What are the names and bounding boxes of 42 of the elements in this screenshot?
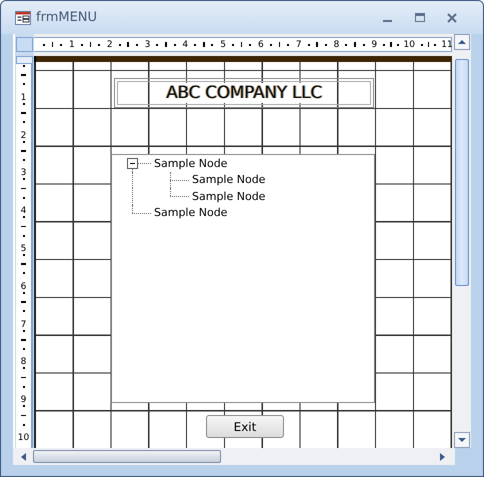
scrollbar-thumb[interactable] [454,59,468,286]
tree-node[interactable]: Sample Node [191,173,266,186]
ruler-number: 11 [441,40,453,50]
form-icon [15,10,31,24]
tree-node[interactable]: Sample Node [153,156,228,170]
ruler-number: 1 [20,92,26,103]
ruler-number: 6 [258,40,264,50]
ruler-number: 9 [20,395,26,406]
ruler-number: 2 [106,40,113,50]
exit-button[interactable]: Exit [206,415,284,438]
scroll-down-icon[interactable] [454,432,470,448]
scrollbar-thumb[interactable] [33,450,221,463]
tree-node[interactable]: Sample Node [191,190,266,203]
horizontal-scrollbar[interactable] [13,448,455,465]
window-title: frmMENU [36,10,98,25]
ruler-number: 4 [20,206,26,216]
ruler-number: 6 [20,282,26,292]
ruler-number: 10 [18,432,30,443]
ruler-number: 8 [20,357,26,368]
section-selector[interactable] [16,56,33,64]
maximize-icon[interactable] [415,13,425,22]
ruler-number: 7 [296,40,302,50]
vertical-scrollbar[interactable] [453,34,470,448]
ruler-number: 10 [403,40,415,50]
title-label[interactable]: ABC COMPANY LLC [114,78,374,108]
ruler-number: 2 [20,130,26,141]
ruler-number: 5 [220,40,226,50]
ruler-number: 3 [144,40,150,50]
scroll-up-icon[interactable] [454,34,470,50]
ruler-number: 1 [69,40,75,50]
ruler-number: 3 [20,168,26,178]
ruler-number: 9 [371,40,378,50]
ruler-number: 8 [334,40,340,50]
tree-view[interactable]: Sample Node Sample Node Sample Node Sample Node [111,154,375,403]
scroll-right-icon[interactable] [437,452,447,462]
close-icon[interactable] [447,12,457,22]
scroll-left-icon[interactable] [19,452,29,462]
collapse-icon[interactable] [127,158,138,169]
tree-node[interactable]: Sample Node [153,206,228,220]
ruler-number: 5 [20,244,26,254]
ruler-number: 7 [20,320,26,330]
ruler-number: 4 [182,40,188,50]
